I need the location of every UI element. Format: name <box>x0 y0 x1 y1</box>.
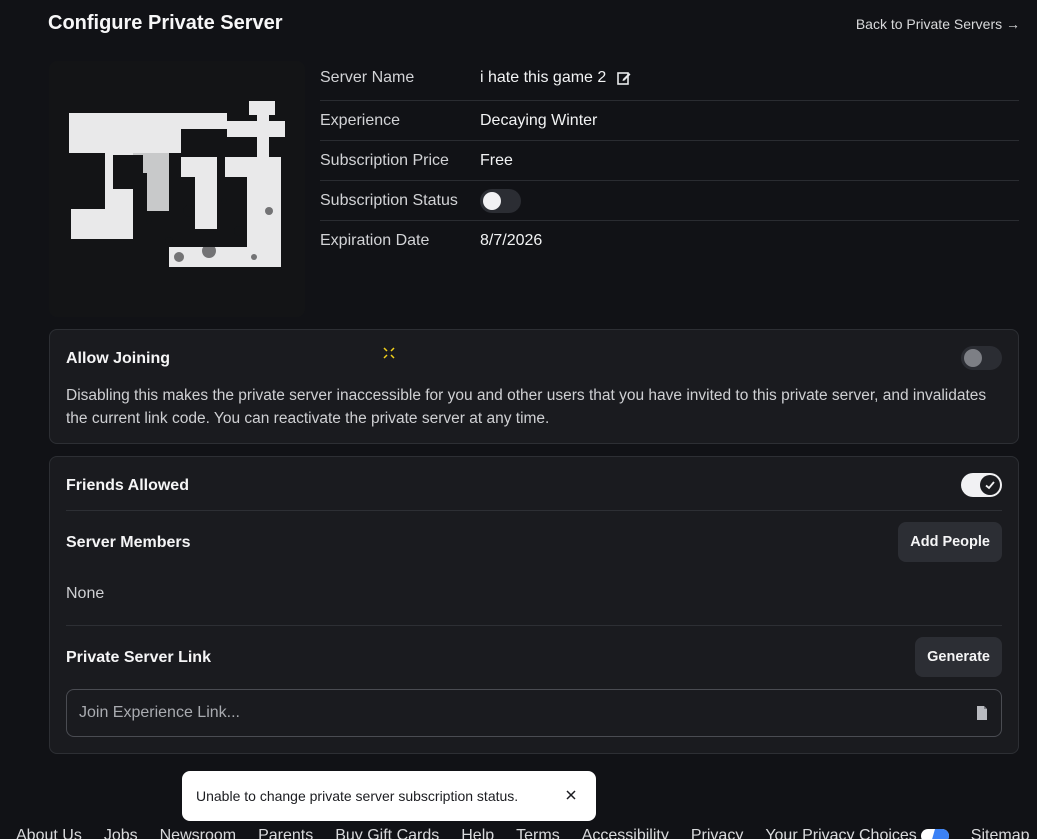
footer-link-sitemap[interactable]: Sitemap <box>971 827 1030 839</box>
toggle-knob <box>980 475 1000 495</box>
server-access-card: Friends Allowed Server Members Add Peopl… <box>49 456 1019 754</box>
footer-link-jobs[interactable]: Jobs <box>104 827 138 839</box>
footer-link-about-us[interactable]: About Us <box>16 827 82 839</box>
experience-thumbnail <box>49 61 305 317</box>
footer-link-privacy[interactable]: Privacy <box>691 827 743 839</box>
divider <box>66 510 1002 511</box>
experience-logo-image <box>49 61 305 317</box>
toggle-knob <box>964 349 982 367</box>
toast-message: Unable to change private server subscrip… <box>196 788 519 804</box>
server-name-row: Server Name i hate this game 2 <box>320 56 1019 101</box>
expiration-date-label: Expiration Date <box>320 232 430 249</box>
back-to-private-servers-link[interactable]: Back to Private Servers → <box>856 16 1020 32</box>
allow-joining-title: Allow Joining <box>66 350 170 367</box>
subscription-status-label: Subscription Status <box>320 191 458 209</box>
subscription-status-row: Subscription Status <box>320 181 1019 221</box>
expiration-date-row: Expiration Date 8/7/2026 <box>320 221 1019 261</box>
join-link-field <box>66 689 1002 737</box>
friends-allowed-title: Friends Allowed <box>66 477 189 494</box>
footer-link-terms[interactable]: Terms <box>516 827 560 839</box>
checkmark-icon <box>985 481 995 490</box>
join-link-input[interactable] <box>79 704 967 722</box>
edit-icon[interactable] <box>616 70 632 86</box>
page-title: Configure Private Server <box>48 12 283 34</box>
copy-icon[interactable] <box>975 705 989 721</box>
footer-link-help[interactable]: Help <box>461 827 494 839</box>
divider <box>66 625 1002 626</box>
error-toast: Unable to change private server subscrip… <box>182 771 596 821</box>
footer-link-newsroom[interactable]: Newsroom <box>160 827 236 839</box>
footer-link-accessibility[interactable]: Accessibility <box>582 827 669 839</box>
experience-value[interactable]: Decaying Winter <box>480 112 597 130</box>
allow-joining-description: Disabling this makes the private server … <box>66 387 987 427</box>
add-people-button[interactable]: Add People <box>898 522 1002 562</box>
server-members-title: Server Members <box>66 534 191 551</box>
privacy-choices-icon <box>920 829 949 839</box>
allow-joining-toggle[interactable] <box>961 346 1002 370</box>
footer-link-privacy-choices[interactable]: Your Privacy Choices <box>765 827 949 839</box>
allow-joining-card: Allow Joining Disabling this makes the p… <box>49 329 1019 444</box>
members-empty-text: None <box>66 585 105 602</box>
server-details: Server Name i hate this game 2 Experienc… <box>320 56 1019 261</box>
subscription-price-row: Subscription Price Free <box>320 141 1019 181</box>
private-server-link-title: Private Server Link <box>66 649 211 666</box>
subscription-price-value: Free <box>480 151 513 169</box>
footer-links: About Us Jobs Newsroom Parents Buy Gift … <box>16 827 1030 839</box>
toggle-knob <box>483 191 501 210</box>
footer-link-privacy-choices-label: Your Privacy Choices <box>765 827 917 839</box>
server-name-label: Server Name <box>320 69 415 86</box>
subscription-price-label: Subscription Price <box>320 151 449 169</box>
footer-link-parents[interactable]: Parents <box>258 827 313 839</box>
experience-label: Experience <box>320 111 401 129</box>
server-name-value: i hate this game 2 <box>480 69 607 86</box>
footer-link-gift-cards[interactable]: Buy Gift Cards <box>335 827 439 839</box>
expiration-date-value: 8/7/2026 <box>480 232 543 249</box>
generate-button[interactable]: Generate <box>915 637 1002 677</box>
subscription-status-toggle[interactable] <box>480 188 521 213</box>
friends-allowed-toggle[interactable] <box>961 473 1002 497</box>
experience-row: Experience Decaying Winter <box>320 101 1019 141</box>
close-icon[interactable] <box>564 788 578 802</box>
cursor-icon <box>383 347 395 359</box>
